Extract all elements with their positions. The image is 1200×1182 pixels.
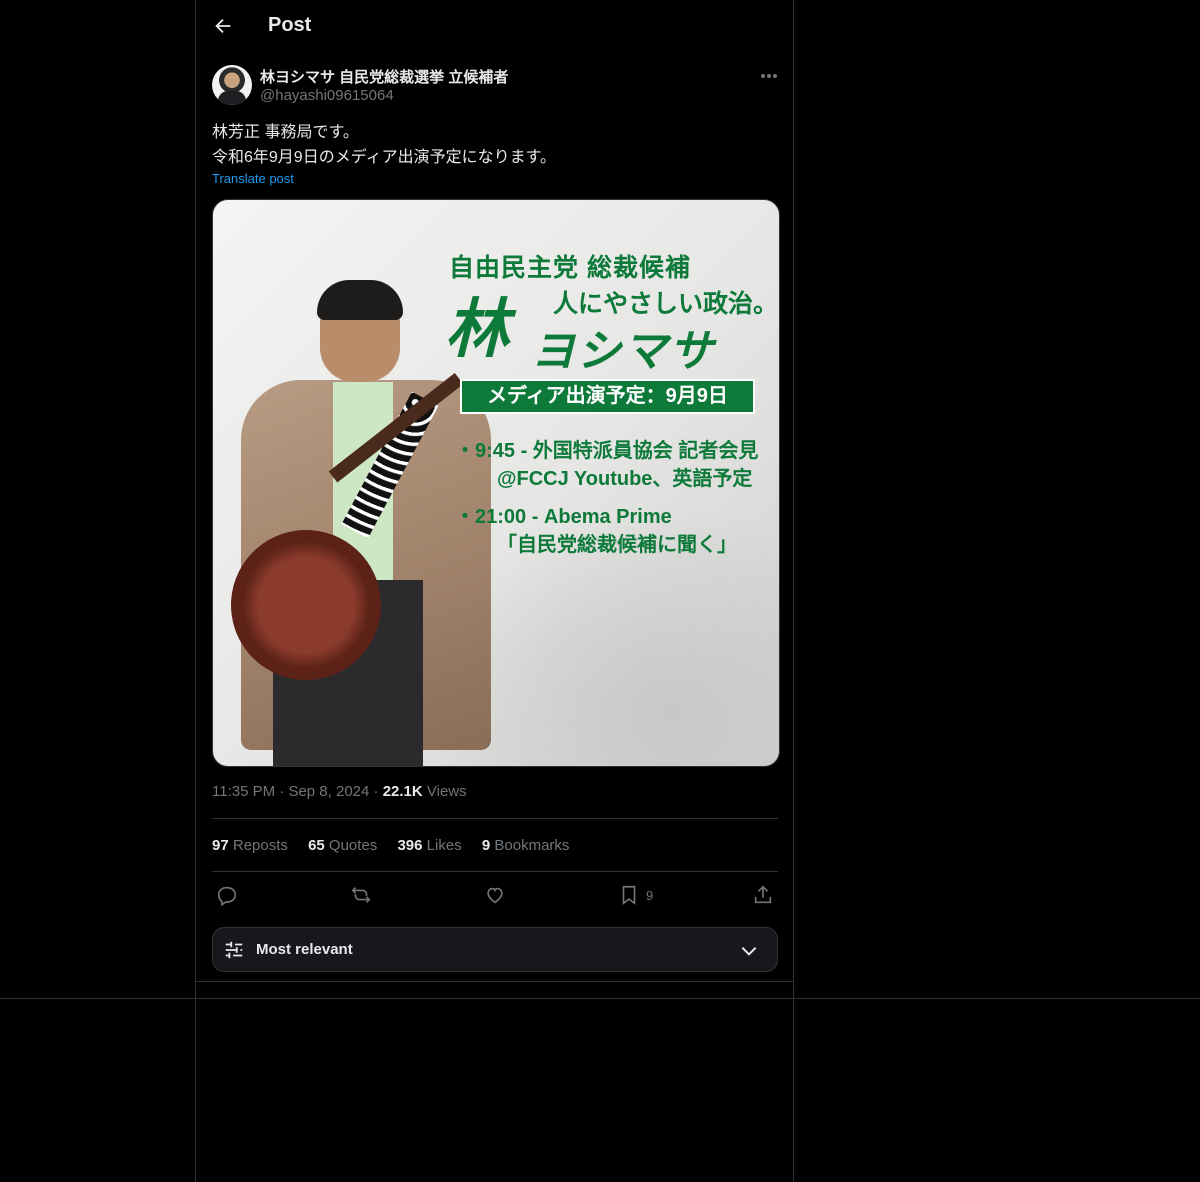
image-name-kana: ヨシマサ: [531, 327, 715, 376]
share-button[interactable]: [752, 883, 774, 907]
post-text-line: 林芳正 事務局です。: [212, 124, 359, 141]
chevron-down-icon: [741, 946, 757, 956]
post-text: 林芳正 事務局です。 令和6年9月9日のメディア出演予定になります。: [212, 120, 556, 170]
repost-icon: [351, 887, 371, 903]
image-schedule-item: 「自民党総裁候補に聞く」: [497, 534, 737, 556]
like-button[interactable]: [484, 883, 506, 907]
post-header: Post: [196, 0, 793, 53]
bookmark-icon: [622, 885, 636, 905]
main-column: Post 林ヨシマサ 自民党総裁選挙 立候補者 @hayashi09615064…: [195, 0, 794, 1182]
author-name[interactable]: 林ヨシマサ 自民党総裁選挙 立候補者: [260, 66, 508, 87]
share-icon: [754, 885, 772, 904]
back-arrow-icon[interactable]: [212, 15, 234, 37]
heart-icon: [487, 887, 503, 904]
image-schedule-banner: メディア出演予定：9月9日: [460, 379, 755, 414]
views-label: Views: [426, 783, 467, 800]
bookmarks-stat[interactable]: 9 Bookmarks: [482, 837, 570, 854]
reply-button[interactable]: [216, 883, 238, 907]
sort-label: Most relevant: [256, 941, 353, 958]
reply-icon: [217, 886, 237, 906]
likes-stat[interactable]: 396 Likes: [397, 837, 461, 854]
divider: [212, 818, 778, 819]
post-image[interactable]: 自由民主党 総裁候補 人にやさしい政治。 林 ヨシマサ メディア出演予定：9月9…: [212, 199, 780, 767]
translate-post-link[interactable]: Translate post: [212, 171, 294, 186]
author-handle[interactable]: @hayashi09615064: [260, 87, 394, 104]
sort-replies-dropdown[interactable]: Most relevant: [212, 927, 778, 972]
views-count: 22.1K: [382, 783, 423, 800]
more-options-icon[interactable]: [758, 66, 780, 86]
image-schedule-item: @FCCJ Youtube、英語予定: [497, 468, 753, 490]
post-time[interactable]: 11:35 PM: [212, 783, 275, 800]
avatar[interactable]: [212, 65, 252, 105]
quotes-stat[interactable]: 65 Quotes: [308, 837, 377, 854]
sliders-icon: [225, 941, 243, 959]
reposts-stat[interactable]: 97 Reposts: [212, 837, 288, 854]
divider: [196, 981, 793, 982]
post-stats: 97 Reposts 65 Quotes 396 Likes 9 Bookmar…: [212, 837, 585, 854]
post-text-line: 令和6年9月9日のメディア出演予定になります。: [212, 149, 556, 166]
bookmark-count: 9: [646, 887, 654, 903]
divider: [212, 871, 778, 872]
post-meta: 11:35 PM · Sep 8, 2024 · 22.1K Views: [212, 783, 467, 800]
repost-button[interactable]: [350, 883, 372, 907]
post-date[interactable]: Sep 8, 2024: [288, 783, 369, 800]
image-schedule-item: ・9:45 - 外国特派員協会 記者会見: [455, 440, 759, 462]
bookmark-button[interactable]: 9: [618, 883, 653, 907]
image-name-kanji: 林: [445, 293, 509, 365]
image-schedule-item: ・21:00 - Abema Prime: [455, 506, 672, 528]
page-title: Post: [268, 14, 312, 36]
